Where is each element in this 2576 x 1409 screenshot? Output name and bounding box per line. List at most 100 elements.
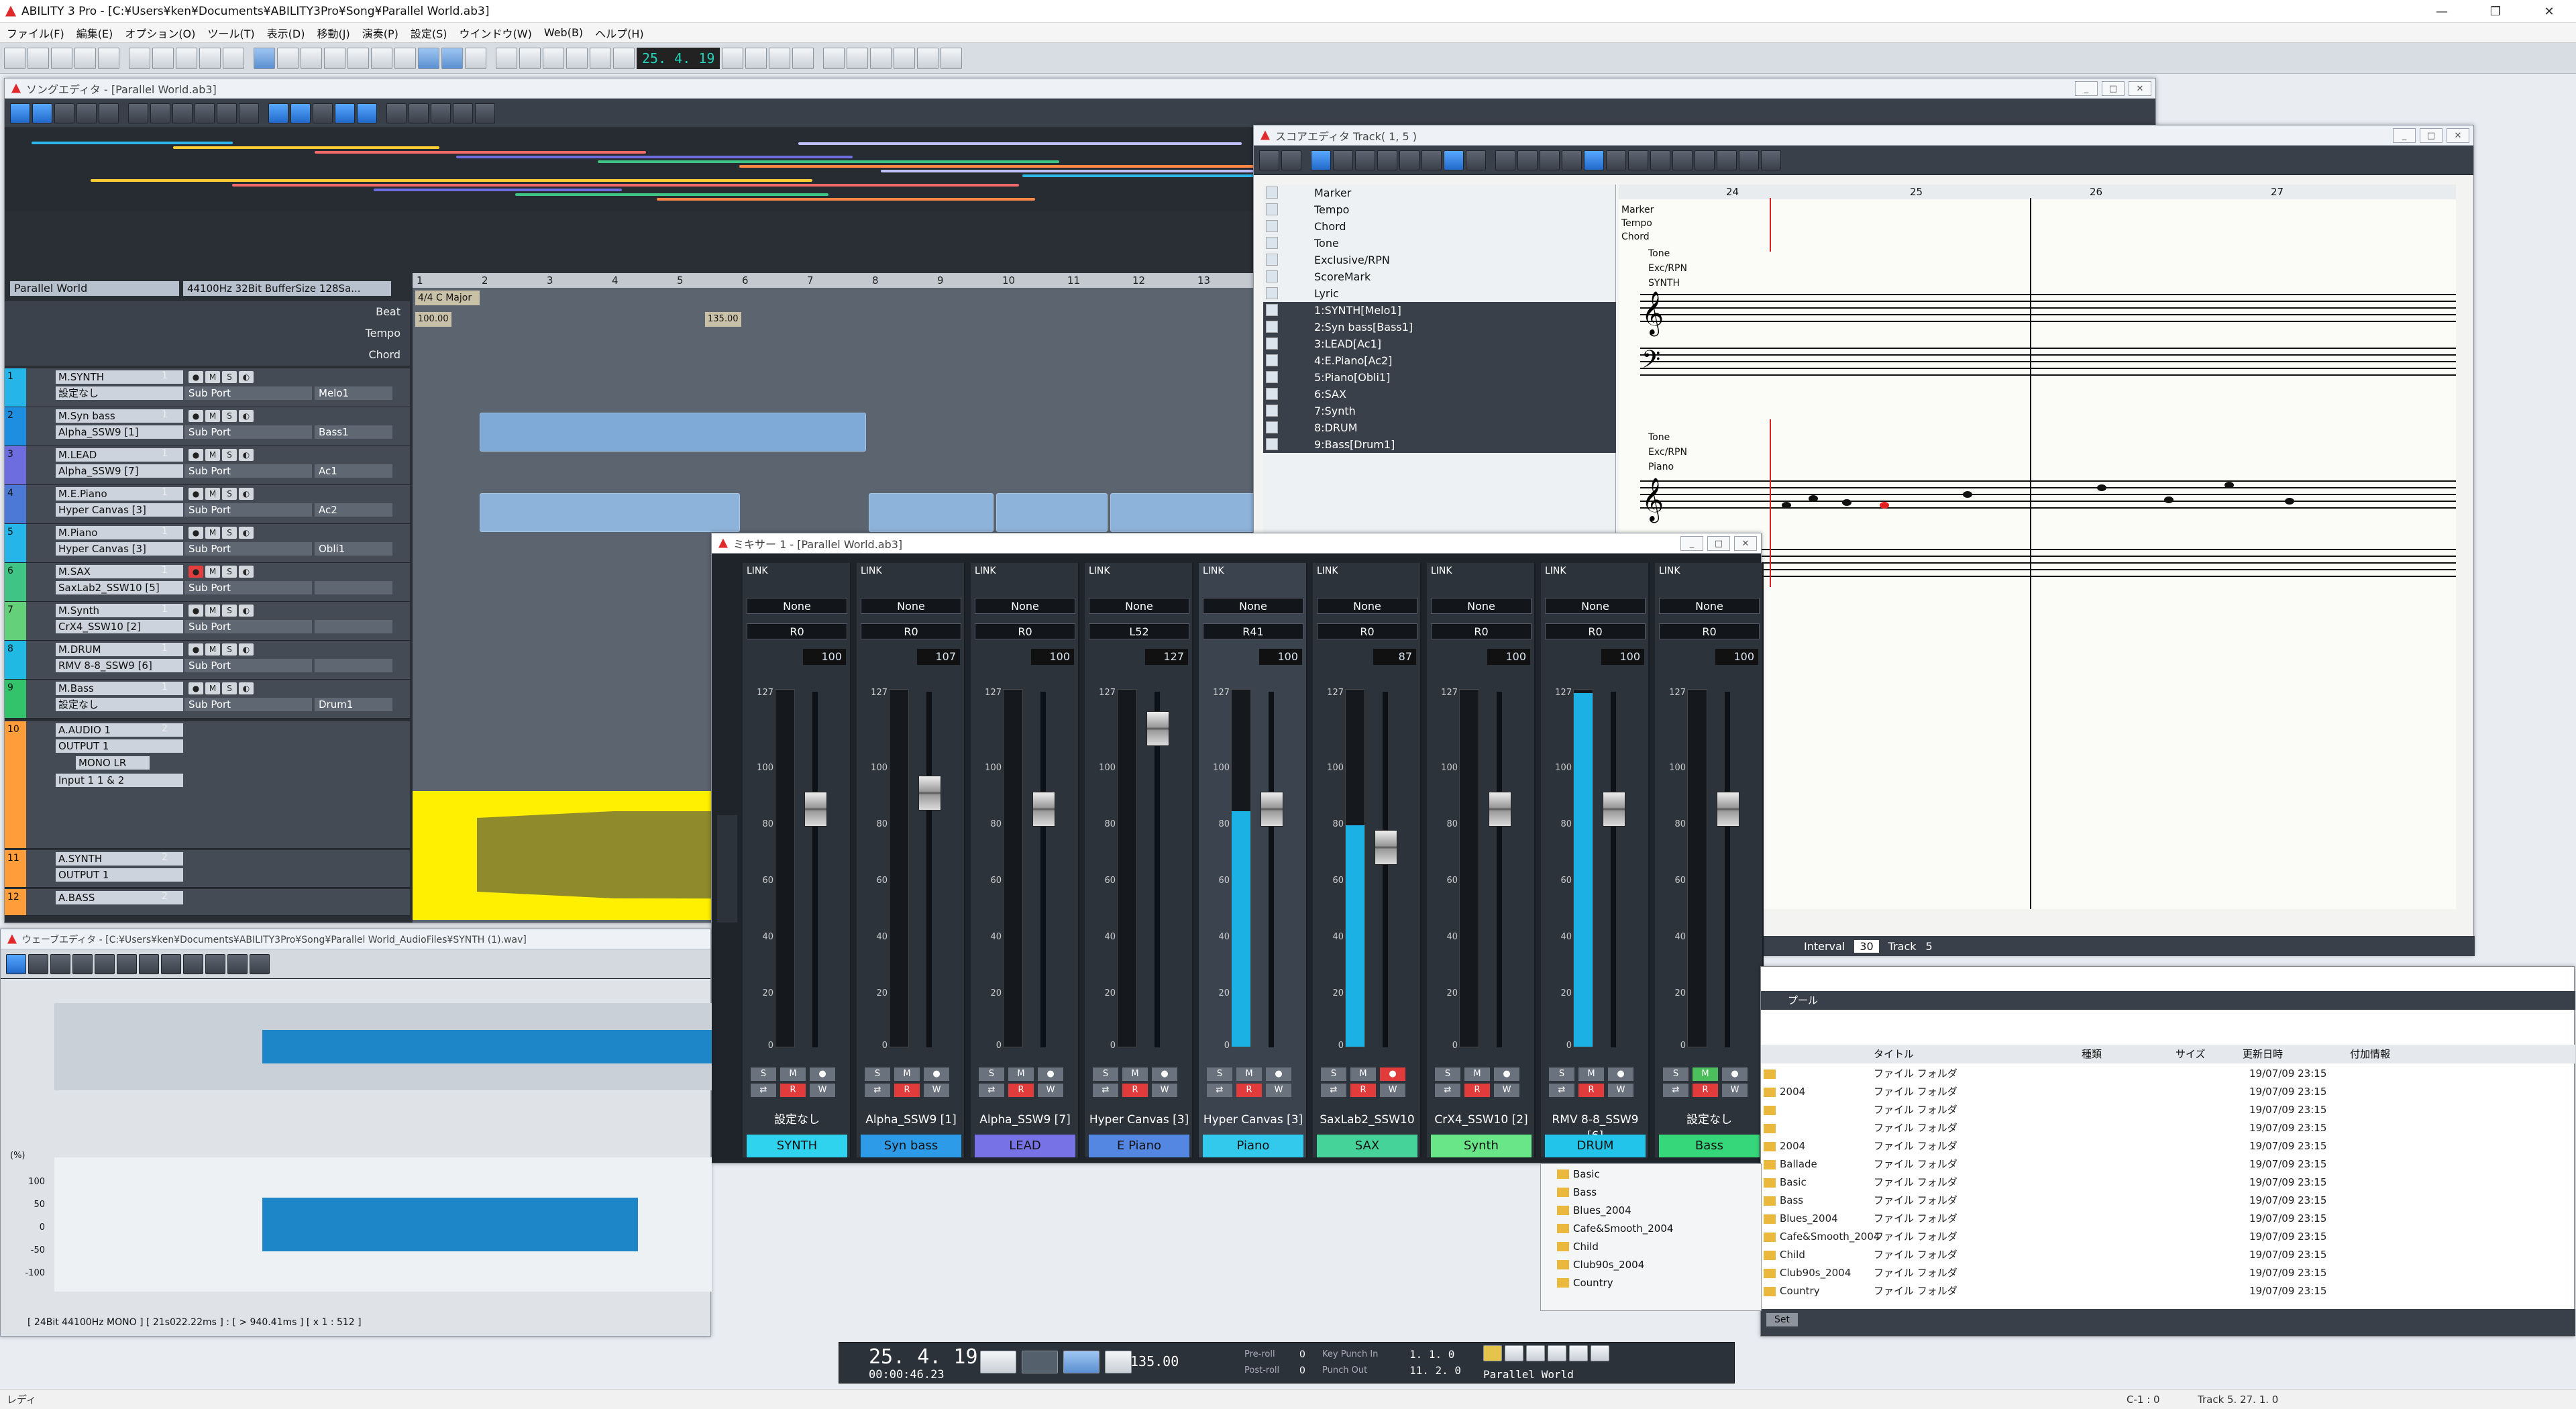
checkbox-icon[interactable]	[1266, 388, 1278, 400]
solo-button[interactable]: S	[1663, 1067, 1688, 1081]
mode-icon[interactable]	[1548, 1345, 1566, 1361]
send-selector[interactable]: None	[1317, 598, 1417, 614]
strip-track-tag[interactable]: E Piano	[1089, 1135, 1189, 1157]
track-row[interactable]: 3 M.LEAD 1 ● M S ◐ Alpha_SSW9 [7] Sub Port Ac1	[5, 446, 410, 485]
track-row[interactable]: 5 M.Piano 1 ● M S ◐ Hyper Canvas [3] Sub Port Obl…	[5, 524, 410, 563]
track-port[interactable]: Sub Port	[184, 542, 312, 556]
track-patch[interactable]: Drum1	[315, 698, 392, 711]
score-list-item[interactable]: 1:SYNTH[Melo1]	[1263, 302, 1616, 319]
midi-clip[interactable]	[480, 493, 740, 532]
list-view-icon[interactable]	[290, 103, 311, 123]
checkbox-icon[interactable]	[1266, 421, 1278, 433]
send-selector[interactable]: None	[975, 598, 1075, 614]
print-icon[interactable]	[1761, 150, 1781, 170]
eighth-note-icon[interactable]	[1377, 150, 1397, 170]
track-instrument[interactable]: Alpha_SSW9 [1]	[56, 425, 183, 439]
metronome-icon[interactable]	[722, 47, 744, 69]
mixer-channel-strip[interactable]: LINK None R0 100 127 100 80 60 40 20 0 S M ● ⇄ R W CrX4_S…	[1427, 563, 1536, 1157]
track-row[interactable]: 4 M.E.Piano 1 ● M S ◐ Hyper Canvas [3] Sub Port A…	[5, 485, 410, 524]
fit-icon[interactable]	[475, 103, 495, 123]
record-button[interactable]	[1022, 1351, 1058, 1373]
pan-display[interactable]: R0	[1659, 623, 1760, 639]
score-list-item[interactable]: Tempo	[1263, 201, 1616, 218]
mute-button[interactable]: M	[1008, 1067, 1034, 1081]
record-arm-button[interactable]: ●	[189, 449, 203, 461]
play-cursor-icon[interactable]	[10, 103, 30, 123]
record-arm-button[interactable]: ●	[189, 566, 203, 578]
punch-in-value[interactable]: 1. 1. 0	[1409, 1347, 1461, 1363]
record-arm-button[interactable]: ●	[189, 682, 203, 694]
track-mode[interactable]: MONO LR	[76, 756, 150, 770]
link-toggle[interactable]: LINK	[1659, 566, 1680, 576]
browser-row[interactable]: Basic ファイル フォルダ 19/07/09 23:15	[1761, 1173, 2575, 1192]
zoom-icon[interactable]	[894, 47, 916, 69]
monitor-button[interactable]: ◐	[239, 566, 254, 578]
mute-button[interactable]: M	[205, 488, 220, 500]
track-instrument[interactable]: CrX4_SSW10 [2]	[56, 620, 183, 633]
grid-view-icon[interactable]	[268, 103, 288, 123]
record-arm-button[interactable]: ●	[189, 371, 203, 383]
sixteenth-note-icon[interactable]	[1399, 150, 1419, 170]
rest-icon[interactable]	[1421, 150, 1442, 170]
mixer-channel-strip[interactable]: LINK None R41 100 127 100 80 60 40 20 0 S M ● ⇄ R W Hyper…	[1199, 563, 1307, 1157]
solo-button[interactable]: S	[751, 1067, 776, 1081]
read-button[interactable]: R	[1693, 1084, 1718, 1097]
copy-icon[interactable]	[195, 103, 215, 123]
set-button[interactable]: Set	[1766, 1313, 1798, 1326]
browser-row[interactable]: Country ファイル フォルダ 19/07/09 23:15	[1761, 1282, 2575, 1300]
track-row[interactable]: 8 M.DRUM 1 ● M S ◐ RMV 8-8_SSW9 [6] Sub Port	[5, 641, 410, 680]
mute-button[interactable]: M	[205, 449, 220, 461]
send-selector[interactable]: None	[1089, 598, 1189, 614]
solo-button[interactable]: S	[1435, 1067, 1460, 1081]
score-list-item[interactable]: 4:E.Piano[Ac2]	[1263, 352, 1616, 369]
redo-icon[interactable]	[152, 47, 174, 69]
paste-icon[interactable]	[223, 47, 244, 69]
browser-row[interactable]: 2004 ファイル フォルダ 19/07/09 23:15	[1761, 1137, 2575, 1155]
write-button[interactable]: W	[1380, 1084, 1405, 1097]
solo-button[interactable]: S	[222, 566, 237, 578]
record-button[interactable]: ●	[1038, 1067, 1063, 1081]
meter-marker[interactable]: 4/4 C Major	[415, 291, 480, 305]
mute-button[interactable]: M	[1122, 1067, 1148, 1081]
forward-icon[interactable]	[613, 47, 635, 69]
new-file-icon[interactable]	[4, 47, 25, 69]
solo-button[interactable]: S	[1093, 1067, 1118, 1081]
folder-tree-item[interactable]: Cafe&Smooth_2004	[1557, 1222, 1673, 1235]
track-patch[interactable]: Melo1	[315, 386, 392, 400]
play-icon[interactable]	[543, 47, 564, 69]
read-button[interactable]: R	[1008, 1084, 1034, 1097]
cut-icon[interactable]	[172, 103, 193, 123]
browser-row[interactable]: ファイル フォルダ 19/07/09 23:15	[1761, 1101, 2575, 1119]
volume-value[interactable]: 100	[1601, 649, 1644, 665]
score-list-item[interactable]: 5:Piano[Obli1]	[1263, 369, 1616, 386]
mode-icon[interactable]	[1526, 1345, 1545, 1361]
mute-button[interactable]: M	[205, 643, 220, 656]
menu-window[interactable]: ウインドウ(W)	[460, 25, 532, 41]
record-arm-button[interactable]: ●	[189, 488, 203, 500]
browser-row[interactable]: Bass ファイル フォルダ 19/07/09 23:15	[1761, 1192, 2575, 1210]
browser-row[interactable]: Cafe&Smooth_2004 ファイル フォルダ 19/07/09 23:15	[1761, 1228, 2575, 1246]
send-selector[interactable]: None	[747, 598, 847, 614]
folder-tree-item[interactable]: Bass	[1557, 1186, 1597, 1198]
checkbox-icon[interactable]	[1266, 203, 1278, 215]
undo-icon[interactable]	[128, 103, 148, 123]
mixer-channel-strip[interactable]: LINK None R0 100 127 100 80 60 40 20 0 S M ● ⇄ R W RMV 8-…	[1541, 563, 1650, 1157]
eraser-icon[interactable]	[1628, 150, 1648, 170]
mixer-channel-strip[interactable]: LINK None R0 107 127 100 80 60 40 20 0 S M ● ⇄ R W Alpha_…	[857, 563, 965, 1157]
read-button[interactable]: R	[1122, 1084, 1148, 1097]
track-instrument[interactable]: 設定なし	[56, 386, 183, 400]
col-title[interactable]: タイトル	[1874, 1045, 2082, 1063]
solo-button[interactable]: S	[1321, 1067, 1346, 1081]
snap-icon[interactable]	[335, 103, 355, 123]
volume-fader[interactable]	[1146, 711, 1169, 746]
record-arm-button[interactable]: ●	[189, 643, 203, 656]
track-row[interactable]: 7 M.Synth 1 ● M S ◐ CrX4_SSW10 [2] Sub Port	[5, 602, 410, 641]
copy-icon[interactable]	[117, 953, 137, 974]
folder-tree-item[interactable]: Blues_2004	[1557, 1204, 1631, 1216]
mute-button[interactable]: M	[1464, 1067, 1490, 1081]
tempo-marker-2[interactable]: 135.00	[705, 312, 741, 327]
loop-icon[interactable]	[745, 47, 767, 69]
checkbox-icon[interactable]	[1266, 438, 1278, 450]
solo-button[interactable]: S	[222, 449, 237, 461]
dot-icon[interactable]	[1466, 150, 1486, 170]
